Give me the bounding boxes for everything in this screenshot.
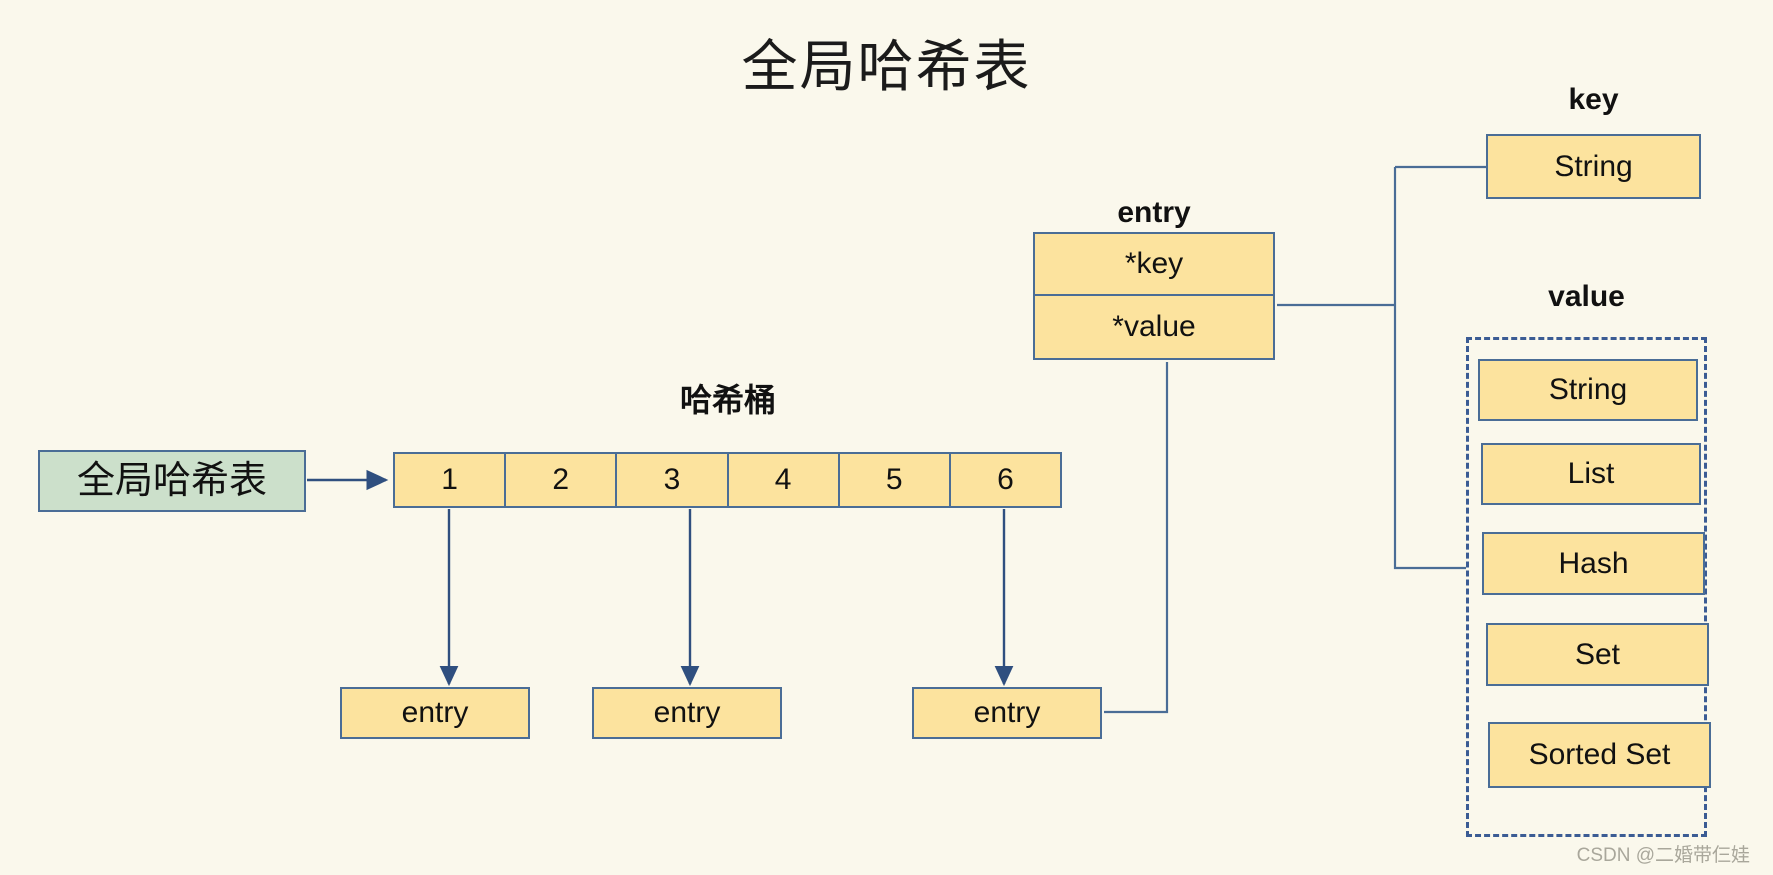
value-type-list-label: List — [1567, 457, 1615, 490]
entry-node-2[interactable]: entry — [592, 687, 782, 739]
wire-entry3-to-entrystruct — [1104, 362, 1169, 714]
csdn-watermark: CSDN @二婚带仨娃 — [1576, 845, 1750, 866]
value-group-heading: value — [1548, 280, 1625, 313]
entry-node-3-label: entry — [973, 696, 1041, 729]
value-type-sorted-set[interactable]: Sorted Set — [1488, 722, 1711, 788]
key-type-string-label: String — [1554, 149, 1633, 183]
value-type-string-label: String — [1548, 373, 1628, 406]
entry-struct-heading: entry — [1117, 196, 1191, 229]
global-hash-table-box[interactable]: 全局哈希表 — [38, 450, 306, 512]
entry-node-3[interactable]: entry — [912, 687, 1102, 739]
key-type-string[interactable]: String — [1486, 134, 1701, 199]
entry-node-1[interactable]: entry — [340, 687, 530, 739]
bucket-cell-1[interactable]: 1 — [395, 454, 507, 506]
bucket-cell-6[interactable]: 6 — [951, 454, 1060, 506]
wire-entrystruct-to-key-value — [1277, 167, 1466, 570]
value-type-set-label: Set — [1574, 637, 1621, 671]
bucket-cell-5[interactable]: 5 — [840, 454, 951, 506]
diagram-canvas: 全局哈希表 全局哈希表 哈希桶 1 2 3 4 5 6 entry entry … — [0, 0, 1773, 875]
value-type-sorted-set-label: Sorted Set — [1528, 738, 1671, 771]
entry-field-key[interactable]: *key — [1035, 234, 1273, 296]
entry-struct-box: *key *value — [1033, 232, 1275, 360]
value-type-set[interactable]: Set — [1486, 623, 1709, 686]
global-hash-table-label: 全局哈希表 — [76, 460, 267, 502]
entry-field-value[interactable]: *value — [1035, 296, 1273, 358]
value-type-list[interactable]: List — [1481, 443, 1701, 505]
entry-node-2-label: entry — [653, 696, 721, 729]
value-type-hash-label: Hash — [1558, 546, 1629, 580]
bucket-cell-2[interactable]: 2 — [506, 454, 618, 506]
value-type-string[interactable]: String — [1478, 359, 1698, 421]
value-type-hash[interactable]: Hash — [1482, 532, 1705, 595]
hash-bucket-array: 1 2 3 4 5 6 — [393, 452, 1062, 508]
bucket-cell-4[interactable]: 4 — [729, 454, 840, 506]
bucket-cell-3[interactable]: 3 — [617, 454, 729, 506]
hash-bucket-heading: 哈希桶 — [679, 382, 776, 418]
entry-node-1-label: entry — [401, 696, 469, 729]
key-group-heading: key — [1568, 83, 1619, 116]
